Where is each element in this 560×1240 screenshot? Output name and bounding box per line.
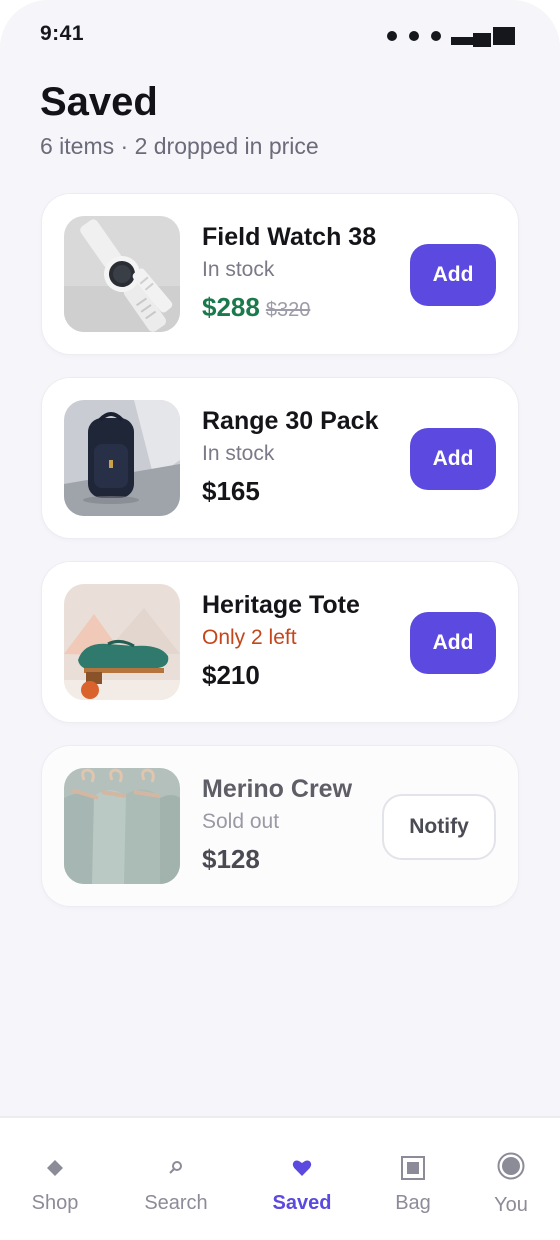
item-price: $128 xyxy=(202,844,260,874)
product-image-backpack[interactable] xyxy=(64,400,180,516)
page-subtitle: 6 items · 2 dropped in price xyxy=(40,133,319,159)
tab-saved[interactable]: Saved xyxy=(247,1118,357,1240)
item-name[interactable]: Field Watch 38 xyxy=(202,223,376,252)
item-stock-status: In stock xyxy=(202,258,275,281)
item-stock-status: Sold out xyxy=(202,810,280,833)
battery-icon xyxy=(451,27,515,47)
saved-item-card[interactable]: Merino Crew Sold out $128 Notify xyxy=(42,746,518,906)
product-image-shoe[interactable] xyxy=(64,584,180,700)
tab-you[interactable]: You xyxy=(456,1118,560,1240)
tab-label: Saved xyxy=(272,1192,332,1214)
status-bar: 9:41 xyxy=(0,0,560,70)
product-image-watch[interactable] xyxy=(64,216,180,332)
item-name[interactable]: Merino Crew xyxy=(202,775,352,804)
item-price-row: $165 xyxy=(202,476,260,507)
item-stock-status: Only 2 left xyxy=(202,626,297,649)
tab-label: Shop xyxy=(31,1192,79,1214)
saved-item-card[interactable]: Heritage Tote Only 2 left $210 Add xyxy=(42,562,518,722)
tab-search[interactable]: Search xyxy=(121,1118,231,1240)
add-to-bag-button[interactable]: Add xyxy=(410,428,496,490)
diamond-icon xyxy=(0,1154,110,1182)
item-sale-price: $288 xyxy=(202,292,260,322)
tab-label: Search xyxy=(144,1192,208,1214)
bag-icon xyxy=(358,1154,468,1182)
item-price-row: $210 xyxy=(202,660,260,691)
add-to-bag-button[interactable]: Add xyxy=(410,244,496,306)
page-title: Saved xyxy=(40,80,158,124)
saved-item-card[interactable]: Field Watch 38 In stock $288 $320 Add xyxy=(42,194,518,354)
item-stock-status: In stock xyxy=(202,442,275,465)
notify-me-button[interactable]: Notify xyxy=(382,794,496,860)
tab-label: You xyxy=(494,1194,528,1216)
item-name[interactable]: Range 30 Pack xyxy=(202,407,379,436)
profile-icon xyxy=(456,1152,560,1180)
search-icon xyxy=(121,1154,231,1182)
status-time: 9:41 xyxy=(40,22,85,45)
product-image-sweaters[interactable] xyxy=(64,768,180,884)
saved-screen: 9:41 Saved 6 items · 2 dropped in price xyxy=(0,0,560,1240)
item-price-row: $288 $320 xyxy=(202,292,310,323)
tab-label: Bag xyxy=(395,1192,431,1214)
item-name[interactable]: Heritage Tote xyxy=(202,591,360,620)
item-price: $165 xyxy=(202,476,260,506)
tab-shop[interactable]: Shop xyxy=(0,1118,110,1240)
item-original-price: $320 xyxy=(265,299,311,321)
add-to-bag-button[interactable]: Add xyxy=(410,612,496,674)
tab-bag[interactable]: Bag xyxy=(358,1118,468,1240)
item-price: $210 xyxy=(202,660,260,690)
cellular-signal-icon xyxy=(387,31,441,41)
item-price-row: $128 xyxy=(202,844,260,875)
saved-item-card[interactable]: Range 30 Pack In stock $165 Add xyxy=(42,378,518,538)
heart-icon xyxy=(247,1154,357,1182)
bottom-tab-bar: Shop Search Saved Bag You xyxy=(0,1116,560,1240)
